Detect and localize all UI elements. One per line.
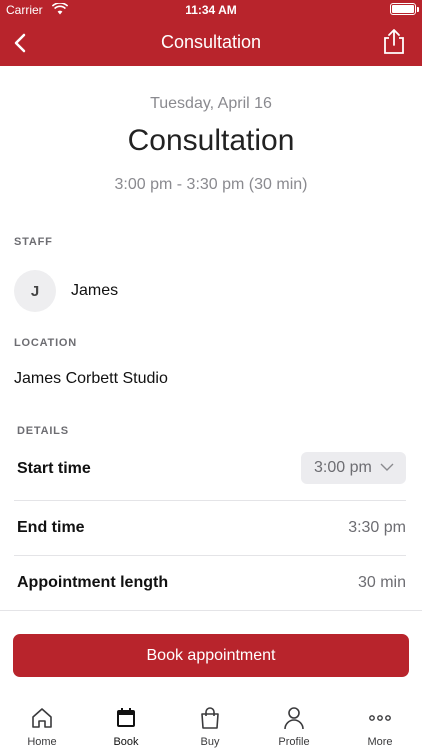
header-bar: Carrier 11:34 AM Consultation [0,0,422,66]
more-dots-icon [369,715,391,721]
calendar-icon [117,708,135,727]
tab-more[interactable]: More [338,706,422,750]
divider [0,610,422,611]
avatar: J [14,270,56,312]
end-time-value: 3:30 pm [348,519,406,536]
tab-bar: Home Book Buy Profile More [0,700,422,750]
book-appointment-button[interactable]: Book appointment [13,634,409,677]
tab-home[interactable]: Home [0,706,84,750]
status-time: 11:34 AM [185,3,237,17]
person-icon [284,707,304,730]
appointment-title: Consultation [127,124,295,157]
battery-icon [390,3,419,15]
appointment-length-label: Appointment length [17,574,169,591]
staff-name: James [71,282,119,299]
start-time-select[interactable]: 3:00 pm [301,452,406,484]
location-section-label: LOCATION [14,337,78,349]
end-time-label: End time [17,519,85,536]
nav-title: Consultation [160,32,262,52]
tab-profile-label: Profile [278,736,310,748]
staff-section-label: STAFF [14,236,53,248]
appointment-time-range: 3:00 pm - 3:30 pm (30 min) [114,176,308,193]
details-section-label: DETAILS [17,425,69,437]
tab-book[interactable]: Book [84,706,168,750]
home-icon [32,708,52,728]
tab-home-label: Home [27,736,57,748]
share-button[interactable] [380,26,408,56]
share-icon [384,29,404,54]
appointment-length-row: Appointment length 30 min [14,555,406,611]
tab-book-label: Book [113,736,139,748]
chevron-down-icon [380,463,394,471]
shopping-bag-icon [201,707,219,729]
location-name: James Corbett Studio [14,370,168,387]
appointment-length-value: 30 min [357,574,406,591]
start-time-label: Start time [17,460,91,477]
tab-profile[interactable]: Profile [252,706,336,750]
status-bar: Carrier 11:34 AM [0,0,422,20]
end-time-row: End time 3:30 pm [14,500,406,556]
start-time-value: 3:00 pm [314,459,372,476]
nav-bar: Consultation [0,20,422,66]
appointment-date: Tuesday, April 16 [150,95,272,112]
tab-more-label: More [367,736,393,748]
tab-buy[interactable]: Buy [168,706,252,750]
tab-buy-label: Buy [200,736,220,748]
